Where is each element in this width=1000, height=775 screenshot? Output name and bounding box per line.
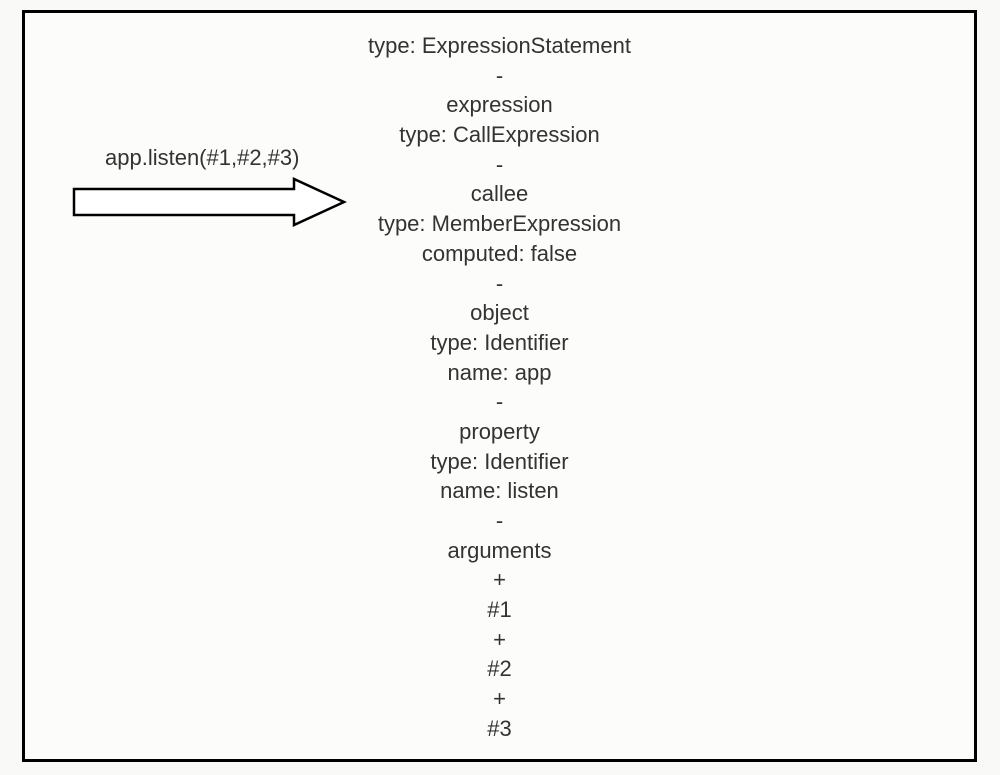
ast-line: - xyxy=(368,506,631,536)
ast-line: computed: false xyxy=(368,239,631,269)
ast-line: - xyxy=(368,387,631,417)
ast-line: type: Identifier xyxy=(368,328,631,358)
ast-line: type: MemberExpression xyxy=(368,209,631,239)
ast-line: type: Identifier xyxy=(368,447,631,477)
ast-line: #1 xyxy=(368,595,631,625)
code-label: app.listen(#1,#2,#3) xyxy=(105,145,299,171)
ast-line: - xyxy=(368,150,631,180)
ast-line: + xyxy=(368,684,631,714)
ast-line: + xyxy=(368,565,631,595)
ast-line: name: app xyxy=(368,358,631,388)
ast-line: expression xyxy=(368,90,631,120)
diagram-frame: app.listen(#1,#2,#3) type: ExpressionSta… xyxy=(22,10,977,762)
ast-line: + xyxy=(368,625,631,655)
ast-line: type: ExpressionStatement xyxy=(368,31,631,61)
ast-line: arguments xyxy=(368,536,631,566)
arrow-icon xyxy=(69,177,349,232)
ast-tree: type: ExpressionStatement - expression t… xyxy=(368,31,631,744)
ast-line: - xyxy=(368,61,631,91)
ast-line: callee xyxy=(368,179,631,209)
ast-line: - xyxy=(368,269,631,299)
ast-line: type: CallExpression xyxy=(368,120,631,150)
ast-line: property xyxy=(368,417,631,447)
ast-line: object xyxy=(368,298,631,328)
ast-line: #3 xyxy=(368,714,631,744)
ast-line: #2 xyxy=(368,654,631,684)
ast-line: name: listen xyxy=(368,476,631,506)
